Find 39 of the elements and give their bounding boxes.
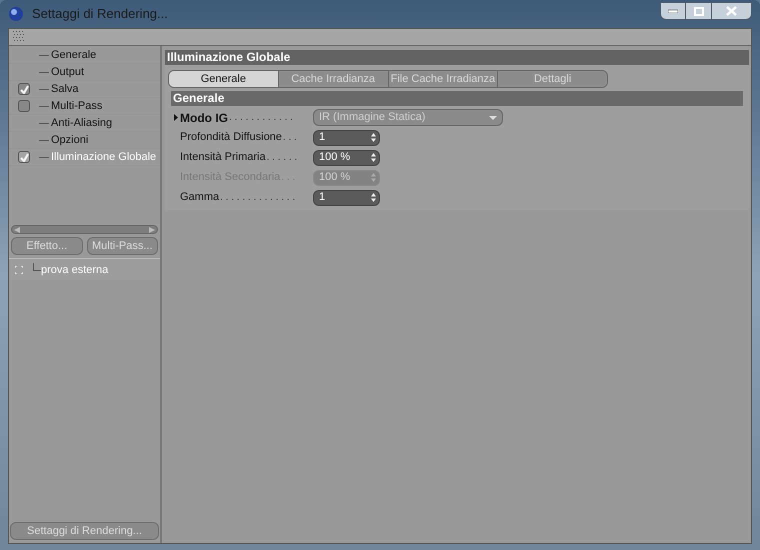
maximize-button[interactable]	[686, 2, 712, 20]
dropdown-arrow-icon[interactable]	[489, 116, 497, 120]
leader-dots: . . . . . . . . . . . .	[229, 111, 293, 125]
parameter-label: Modo IG	[180, 110, 228, 126]
spinner-arrows-icon[interactable]	[371, 153, 376, 162]
leader-dots: . . . . . . . . . . . . . .	[220, 191, 296, 205]
minimize-button[interactable]	[660, 2, 686, 20]
maximize-icon	[694, 6, 704, 16]
spinner-arrows-icon[interactable]	[371, 133, 376, 142]
parameter-label: Profondità Diffusione	[180, 130, 282, 146]
tab[interactable]: Generale	[169, 71, 279, 87]
expand-arrow-icon[interactable]	[174, 114, 178, 121]
leader-dots: . . . . . .	[266, 151, 298, 165]
sidebar-item[interactable]: Multi-Pass	[51, 98, 102, 114]
sidebar-item[interactable]: Salva	[51, 80, 79, 98]
number-field[interactable]: 1	[313, 130, 380, 146]
sidebar-item[interactable]: Generale	[51, 46, 96, 64]
tree-connector-line	[33, 262, 41, 271]
app-logo-icon	[8, 6, 24, 22]
minimize-icon	[668, 9, 678, 13]
panel-header: Illuminazione Globale	[165, 50, 749, 65]
checkbox[interactable]	[18, 151, 30, 163]
close-button[interactable]	[712, 2, 752, 20]
number-field[interactable]: 1	[313, 190, 380, 206]
close-icon	[726, 6, 737, 16]
section-header: Generale	[171, 91, 743, 106]
leader-dots: . . .	[281, 171, 296, 185]
checkbox[interactable]	[18, 100, 30, 112]
spinner-arrows-icon[interactable]	[371, 193, 376, 202]
parameter-label: Gamma	[180, 190, 220, 206]
checkbox[interactable]	[18, 83, 30, 95]
sidebar-item[interactable]: Opzioni	[51, 132, 88, 148]
window-title: Settaggi di Rendering...	[32, 5, 168, 24]
leader-dots: . . .	[282, 131, 297, 145]
frame-icon	[15, 266, 23, 274]
number-field[interactable]: 100 %	[313, 150, 380, 166]
sidebar-item[interactable]: Output	[51, 64, 84, 80]
parameter-label: Intensità Primaria	[180, 150, 266, 166]
sidebar-item[interactable]: Anti-Aliasing	[51, 114, 112, 132]
